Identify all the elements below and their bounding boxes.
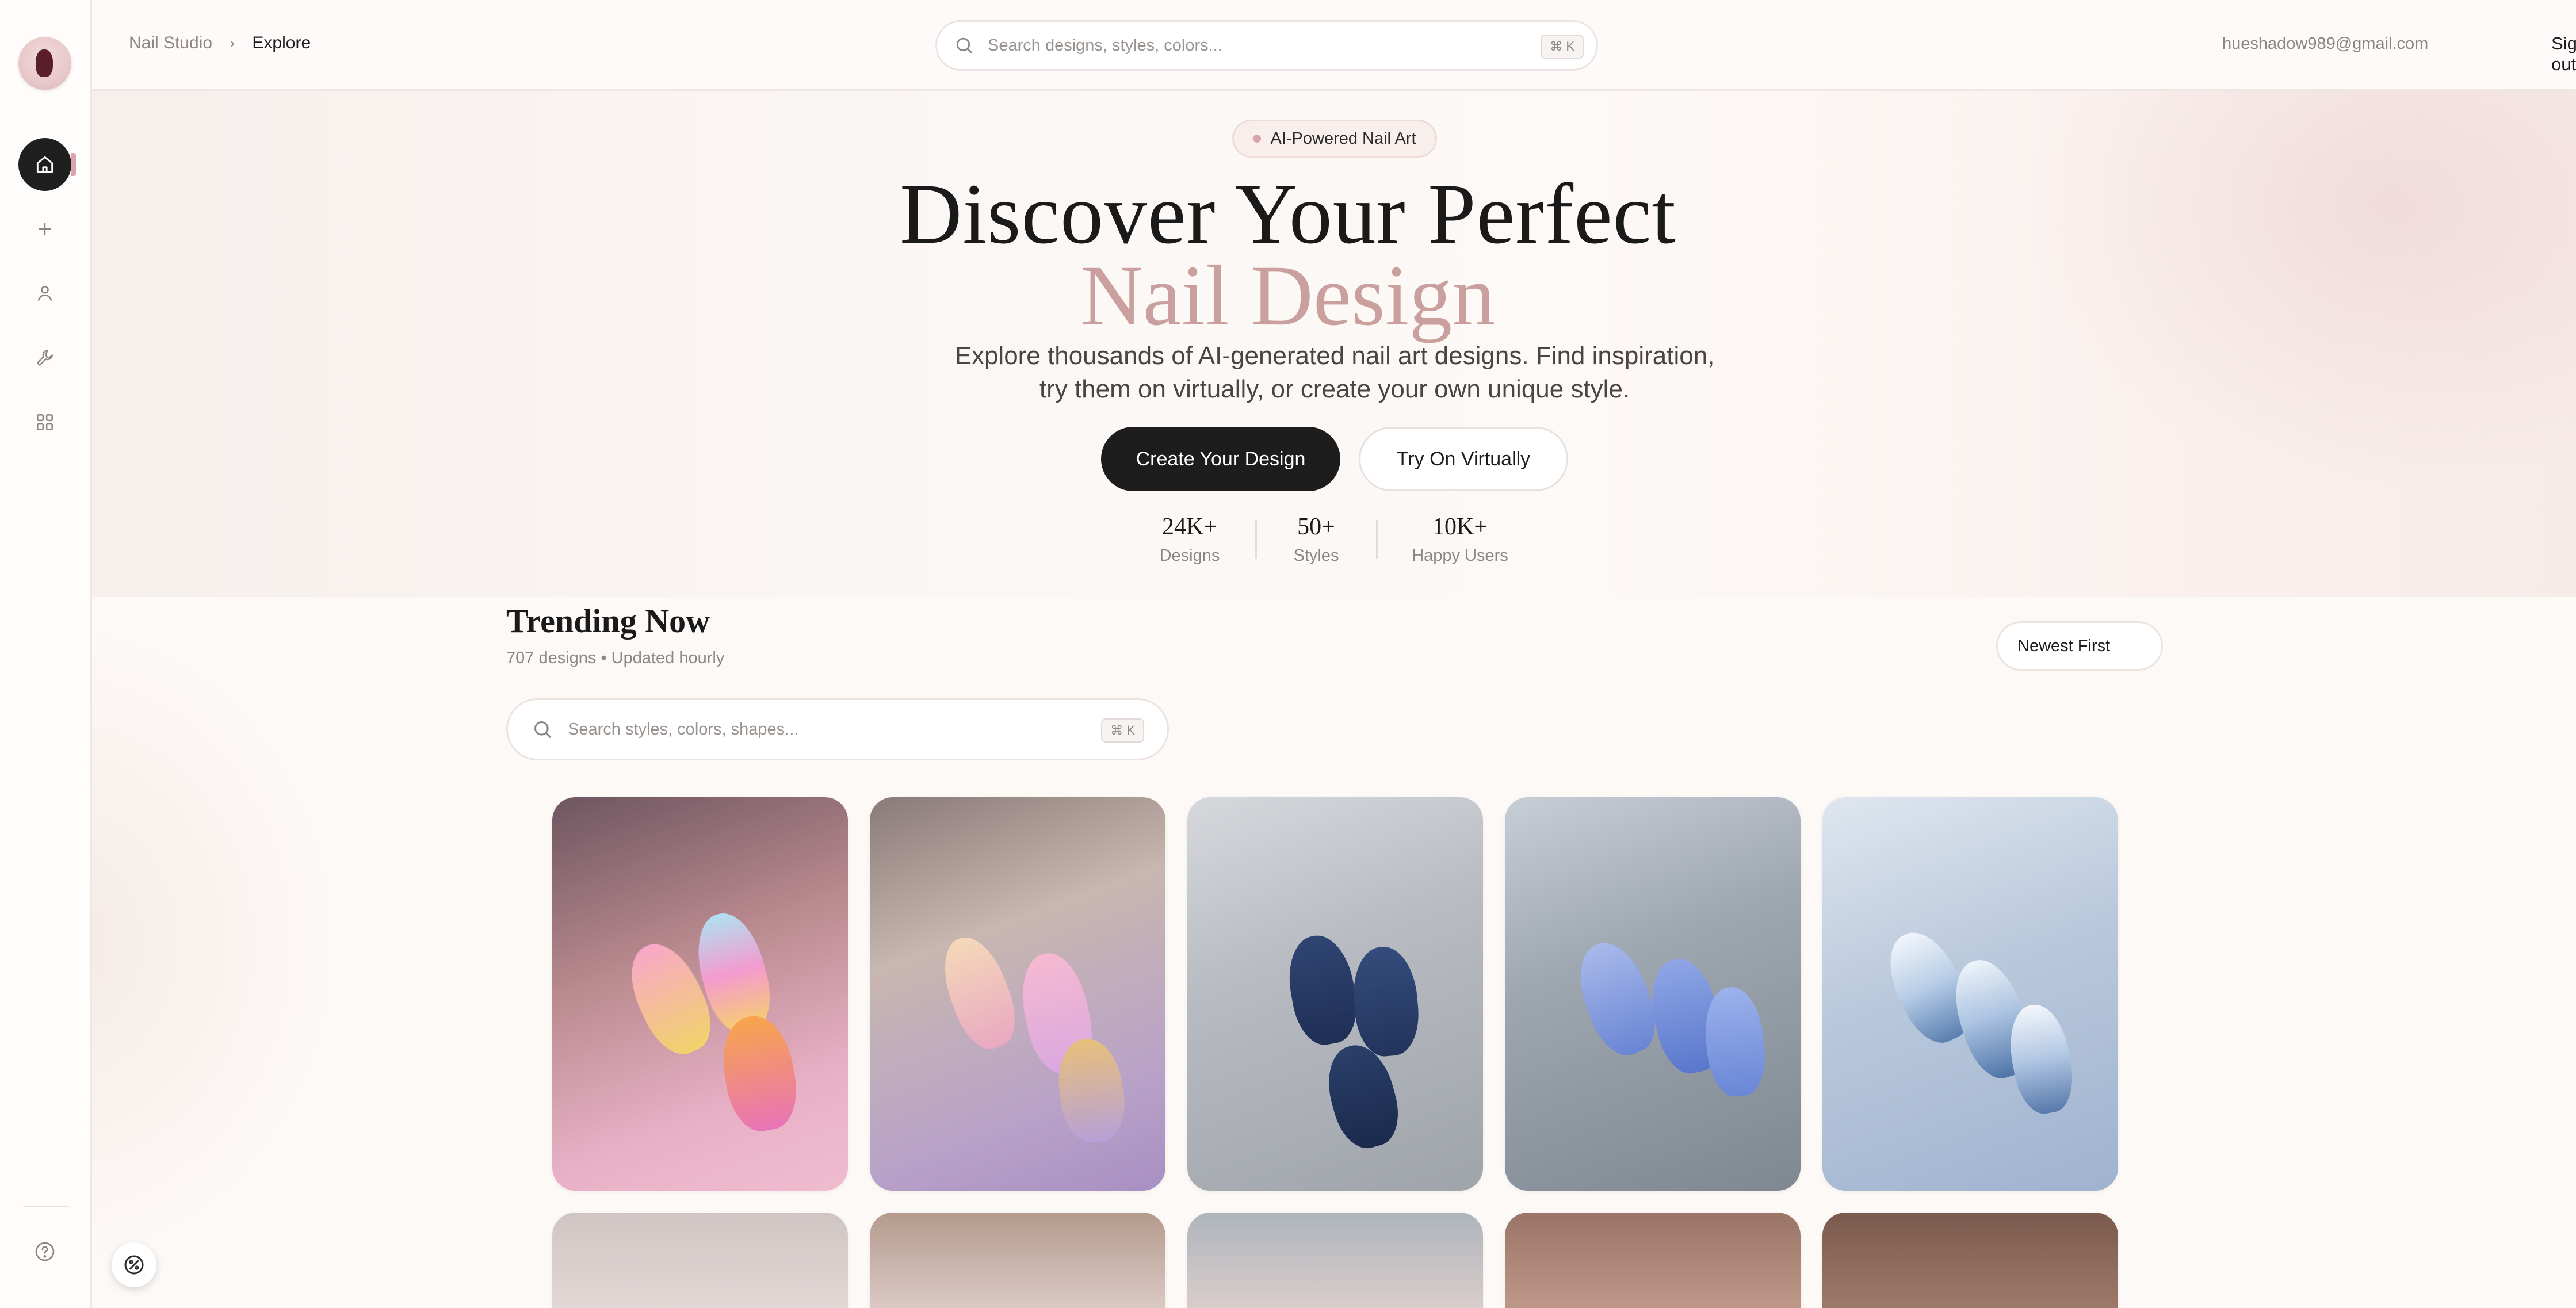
stat-value: 10K+: [1432, 514, 1488, 540]
hero-subtitle: Explore thousands of AI-generated nail a…: [954, 342, 1715, 403]
design-card[interactable]: [1822, 1213, 2118, 1308]
search-icon: [956, 37, 973, 54]
design-card[interactable]: [552, 797, 848, 1191]
stat-users: 10K+ Happy Users: [1397, 513, 1523, 565]
user-email: hueshadow989@gmail.com: [2222, 35, 2429, 53]
stat-designs: 24K+ Designs: [1144, 513, 1236, 565]
keyboard-shortcut-badge: ⌘ K: [1541, 35, 1584, 59]
help-icon: [35, 1242, 55, 1261]
help-button[interactable]: [28, 1234, 62, 1269]
section-subtitle: 707 designs • Updated hourly: [506, 649, 725, 667]
sign-out-button[interactable]: Sign out: [2551, 33, 2576, 75]
keyboard-shortcut-badge: ⌘ K: [1101, 718, 1144, 743]
stat-label: Happy Users: [1412, 546, 1508, 565]
try-on-virtually-button[interactable]: Try On Virtually: [1359, 427, 1568, 491]
search-icon: [534, 721, 551, 738]
breadcrumb-current: Explore: [252, 33, 311, 52]
percent-badge-icon: [124, 1255, 144, 1275]
badge-dot: [1253, 135, 1262, 143]
top-bar: Nail Studio › Explore Search designs, st…: [92, 0, 2576, 91]
stat-label: Styles: [1293, 546, 1339, 565]
breadcrumb: Nail Studio › Explore: [129, 33, 311, 53]
floating-action-button[interactable]: [112, 1242, 156, 1287]
nail-art-image: [1700, 984, 1769, 1099]
design-card[interactable]: [1187, 1213, 1483, 1308]
stat-styles: 50+ Styles: [1276, 513, 1356, 565]
design-card[interactable]: [870, 797, 1165, 1191]
hero-title-line2: Nail Design: [1080, 248, 1496, 343]
design-card[interactable]: [1505, 1213, 1801, 1308]
stat-divider: [1376, 520, 1378, 559]
design-card[interactable]: [1822, 797, 2118, 1191]
sidebar-divider: [23, 1206, 69, 1207]
design-card[interactable]: [870, 1213, 1165, 1308]
design-card[interactable]: [552, 1213, 848, 1308]
stat-value: 50+: [1297, 514, 1335, 540]
chevron-right-icon: ›: [230, 34, 235, 52]
search-placeholder: Search designs, styles, colors...: [988, 36, 1222, 55]
ai-badge-label: AI-Powered Nail Art: [1270, 129, 1416, 148]
section-title: Trending Now: [506, 602, 710, 640]
stat-divider: [1255, 520, 1257, 559]
search-placeholder: Search styles, colors, shapes...: [568, 720, 799, 739]
ai-badge: AI-Powered Nail Art: [1232, 120, 1437, 158]
wrench-icon: [37, 350, 53, 366]
design-search-input[interactable]: Search styles, colors, shapes... ⌘ K: [506, 698, 1169, 760]
nail-art-image: [1282, 930, 1363, 1050]
brand-logo[interactable]: [18, 37, 71, 90]
breadcrumb-root-link[interactable]: Nail Studio: [129, 33, 212, 53]
nail-art-image: [715, 1011, 804, 1136]
nail-art-image: [932, 928, 1026, 1057]
nail-art-image: [1568, 934, 1667, 1064]
sort-dropdown[interactable]: Newest First: [1996, 621, 2163, 671]
nail-art-image: [1349, 944, 1423, 1059]
design-card[interactable]: [1187, 797, 1483, 1191]
stat-label: Designs: [1159, 546, 1220, 565]
create-design-button[interactable]: Create Your Design: [1101, 427, 1340, 491]
global-search-input[interactable]: Search designs, styles, colors... ⌘ K: [935, 20, 1598, 71]
stat-value: 24K+: [1161, 514, 1218, 540]
design-card[interactable]: [1505, 797, 1801, 1191]
sidebar-item-gallery[interactable]: [18, 396, 71, 449]
grid-icon: [37, 414, 53, 430]
